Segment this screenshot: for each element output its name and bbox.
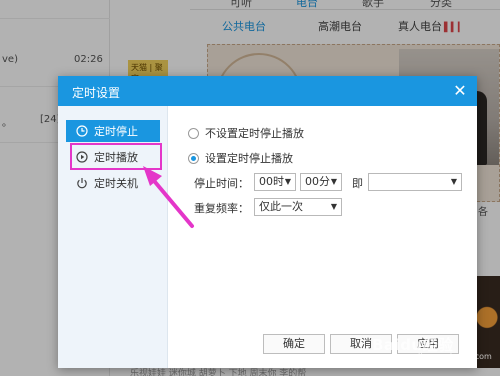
repeat-value: 仅此一次 bbox=[259, 200, 303, 213]
watermark-url: jingyan.baidu.com bbox=[418, 352, 492, 361]
power-icon bbox=[74, 175, 90, 191]
annotation-highlight-box bbox=[70, 143, 162, 170]
repeat-label: 重复频率： bbox=[194, 202, 249, 215]
timer-settings-dialog: 定时设置 ✕ 定时停止 定时播放 定时关机 不设置定时停止播放 设置定时停止播放… bbox=[58, 76, 477, 368]
radio-label: 设置定时停止播放 bbox=[205, 152, 293, 165]
dropdown-arrow-icon: ▼ bbox=[450, 177, 457, 186]
ji-label: 即 bbox=[352, 177, 363, 190]
radio-button[interactable] bbox=[188, 127, 199, 139]
radio-label: 不设置定时停止播放 bbox=[205, 127, 304, 140]
radio-button-selected[interactable] bbox=[188, 152, 199, 164]
sidebar-item-timed-shutdown[interactable]: 定时关机 bbox=[66, 172, 160, 194]
hour-value: 00时 bbox=[259, 175, 284, 188]
ji-select[interactable]: ▼ bbox=[368, 173, 462, 191]
dropdown-arrow-icon: ▼ bbox=[330, 202, 337, 211]
sidebar-item-label: 定时关机 bbox=[94, 177, 138, 190]
minute-value: 00分 bbox=[305, 175, 330, 188]
dialog-title: 定时设置 bbox=[72, 86, 121, 100]
hour-select[interactable]: 00时 ▼ bbox=[254, 173, 296, 191]
stop-time-label: 停止时间： bbox=[194, 177, 249, 190]
dialog-content: 不设置定时停止播放 设置定时停止播放 停止时间： 00时 ▼ 00分 ▼ 即 ▼… bbox=[168, 106, 477, 368]
dropdown-arrow-icon: ▼ bbox=[284, 177, 291, 186]
radio-no-stop[interactable]: 不设置定时停止播放 bbox=[188, 125, 304, 141]
sidebar-item-timed-stop[interactable]: 定时停止 bbox=[66, 120, 160, 142]
ok-button[interactable]: 确定 bbox=[263, 334, 325, 354]
close-icon[interactable]: ✕ bbox=[451, 82, 469, 100]
clock-stop-icon bbox=[74, 123, 90, 139]
dropdown-arrow-icon: ▼ bbox=[330, 177, 337, 186]
sidebar-item-label: 定时停止 bbox=[94, 125, 138, 138]
radio-set-stop[interactable]: 设置定时停止播放 bbox=[188, 150, 293, 166]
dialog-titlebar: 定时设置 ✕ bbox=[58, 76, 477, 106]
repeat-select[interactable]: 仅此一次 ▼ bbox=[254, 198, 342, 216]
minute-select[interactable]: 00分 ▼ bbox=[300, 173, 342, 191]
